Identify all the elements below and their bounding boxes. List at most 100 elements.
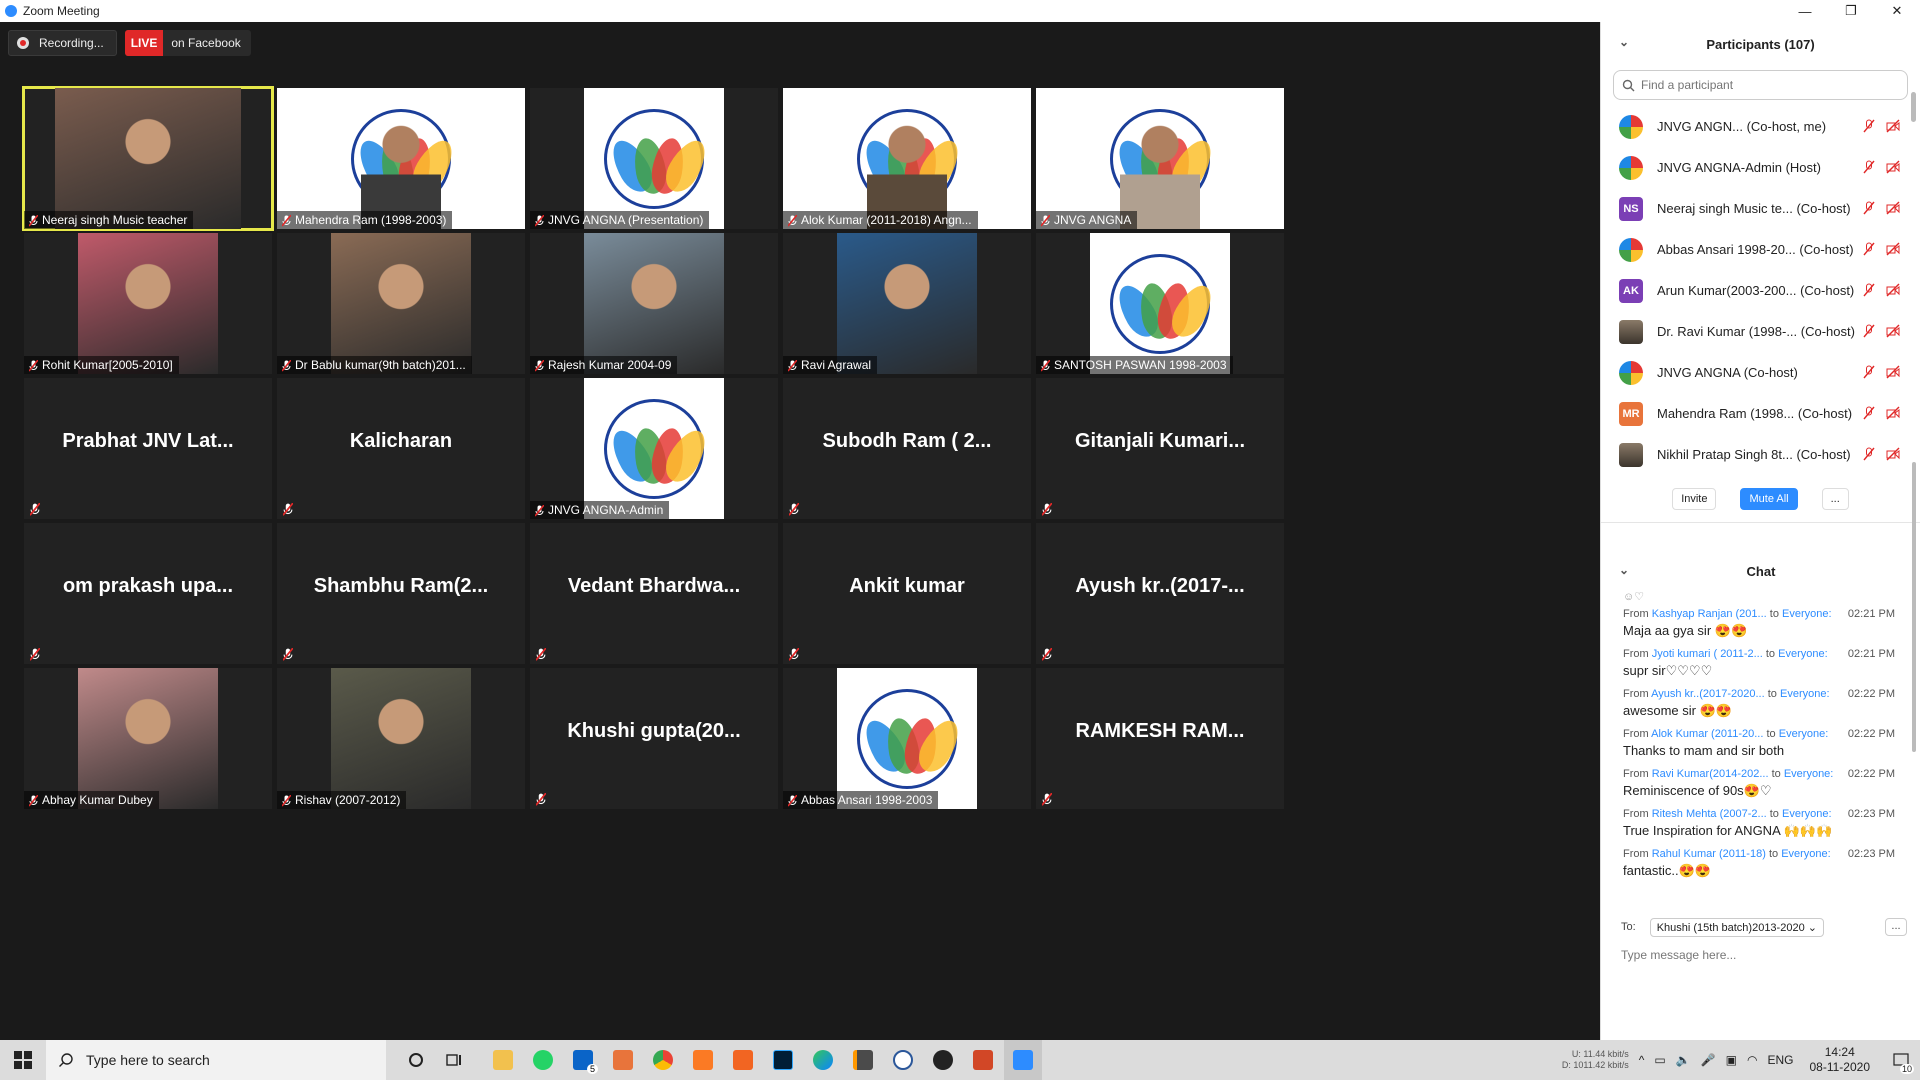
participant-row[interactable]: JNVG ANGNA-Admin (Host)	[1601, 147, 1920, 188]
app-icon-orange[interactable]	[724, 1040, 762, 1080]
action-center-button[interactable]: 10	[1882, 1040, 1920, 1080]
start-button[interactable]	[0, 1040, 46, 1080]
muted-mic-icon[interactable]	[1862, 119, 1876, 133]
photoshop-icon[interactable]	[764, 1040, 802, 1080]
video-tile[interactable]: Subodh Ram ( 2...	[783, 378, 1031, 519]
muted-mic-icon[interactable]	[1862, 242, 1876, 256]
recipient-select[interactable]: Khushi (15th batch)2013-2020 ⌄	[1649, 917, 1824, 937]
muted-mic-icon[interactable]	[1862, 201, 1876, 215]
video-tile[interactable]: RAMKESH RAM...	[1036, 668, 1284, 809]
taskbar-search[interactable]: Type here to search	[46, 1040, 386, 1080]
video-off-icon[interactable]	[1886, 242, 1900, 256]
chrome-icon[interactable]	[644, 1040, 682, 1080]
video-off-icon[interactable]	[1886, 119, 1900, 133]
participant-search[interactable]	[1613, 70, 1908, 100]
video-tile[interactable]: om prakash upa...	[24, 523, 272, 664]
office-app-icon[interactable]	[604, 1040, 642, 1080]
chat-sender[interactable]: Ritesh Mehta (2007-2...	[1652, 808, 1767, 820]
chat-recipient[interactable]: Everyone:	[1780, 688, 1830, 700]
whatsapp-icon[interactable]	[524, 1040, 562, 1080]
participant-row[interactable]: NS Neeraj singh Music te... (Co-host)	[1601, 188, 1920, 229]
video-off-icon[interactable]	[1886, 324, 1900, 338]
clock[interactable]: 14:24 08-11-2020	[1810, 1045, 1871, 1075]
participant-row[interactable]: JNVG ANGN... (Co-host, me)	[1601, 106, 1920, 147]
chat-recipient[interactable]: Everyone:	[1782, 808, 1832, 820]
chat-recipient[interactable]: Everyone:	[1778, 648, 1828, 660]
task-view-icon[interactable]	[435, 1040, 473, 1080]
wifi-icon[interactable]: ◠	[1747, 1053, 1757, 1067]
video-tile[interactable]: Abhay Kumar Dubey	[24, 668, 272, 809]
video-tile[interactable]: Prabhat JNV Lat...	[24, 378, 272, 519]
video-tile[interactable]: Khushi gupta(20...	[530, 668, 778, 809]
chat-sender[interactable]: Ayush kr..(2017-2020...	[1651, 688, 1765, 700]
participant-search-input[interactable]	[1641, 78, 1881, 92]
chat-recipient[interactable]: Everyone:	[1784, 768, 1834, 780]
video-tile[interactable]: Mahendra Ram (1998-2003)	[277, 88, 525, 229]
chevron-down-icon[interactable]: ⌄	[1619, 563, 1629, 577]
chat-scrollbar[interactable]	[1912, 462, 1916, 752]
invite-button[interactable]: Invite	[1672, 487, 1717, 510]
video-off-icon[interactable]	[1886, 283, 1900, 297]
chevron-up-icon[interactable]: ^	[1639, 1053, 1645, 1067]
chat-sender[interactable]: Kashyap Ranjan (201...	[1652, 608, 1767, 620]
video-tile[interactable]: Ravi Agrawal	[783, 233, 1031, 374]
video-tile[interactable]: Vedant Bhardwa...	[530, 523, 778, 664]
video-off-icon[interactable]	[1886, 201, 1900, 215]
chevron-down-icon[interactable]: ⌄	[1619, 35, 1629, 49]
volume-icon[interactable]: 🔈	[1676, 1053, 1691, 1067]
participant-row[interactable]: AK Arun Kumar(2003-200... (Co-host)	[1601, 270, 1920, 311]
close-button[interactable]: ✕	[1874, 0, 1920, 22]
recording-indicator[interactable]: Recording...	[8, 30, 117, 56]
muted-mic-icon[interactable]	[1862, 160, 1876, 174]
powerpoint-icon[interactable]	[964, 1040, 1002, 1080]
language-indicator[interactable]: ENG	[1767, 1053, 1793, 1067]
muted-mic-icon[interactable]	[1862, 283, 1876, 297]
video-off-icon[interactable]	[1886, 447, 1900, 461]
minimize-button[interactable]: —	[1782, 0, 1828, 22]
video-off-icon[interactable]	[1886, 160, 1900, 174]
chat-sender[interactable]: Alok Kumar (2011-20...	[1651, 728, 1763, 740]
video-tile[interactable]: JNVG ANGNA (Presentation)	[530, 88, 778, 229]
video-tile[interactable]: SANTOSH PASWAN 1998-2003	[1036, 233, 1284, 374]
video-tile[interactable]: Rishav (2007-2012)	[277, 668, 525, 809]
more-options-button[interactable]: ...	[1821, 487, 1849, 510]
chat-input[interactable]: Type message here...	[1621, 948, 1736, 962]
chat-recipient[interactable]: Everyone:	[1781, 848, 1831, 860]
video-off-icon[interactable]	[1886, 365, 1900, 379]
video-tile[interactable]: Kalicharan	[277, 378, 525, 519]
video-tile[interactable]: Ayush kr..(2017-...	[1036, 523, 1284, 664]
sublime-icon[interactable]	[844, 1040, 882, 1080]
chat-more-button[interactable]: ...	[1885, 918, 1907, 936]
zoom-taskbar-icon[interactable]	[1004, 1040, 1042, 1080]
battery-icon[interactable]: ▭	[1654, 1053, 1665, 1067]
video-tile[interactable]: Alok Kumar (2011-2018) Angn...	[783, 88, 1031, 229]
chat-sender[interactable]: Rahul Kumar (2011-18)	[1652, 848, 1766, 860]
participant-row[interactable]: Abbas Ansari 1998-20... (Co-host)	[1601, 229, 1920, 270]
edge-icon[interactable]	[804, 1040, 842, 1080]
chat-sender[interactable]: Ravi Kumar(2014-202...	[1652, 768, 1769, 780]
obs-icon[interactable]	[924, 1040, 962, 1080]
mute-all-button[interactable]: Mute All	[1740, 487, 1798, 510]
participant-row[interactable]: Dr. Ravi Kumar (1998-... (Co-host)	[1601, 311, 1920, 352]
muted-mic-icon[interactable]	[1862, 365, 1876, 379]
participant-row[interactable]: MR Mahendra Ram (1998... (Co-host)	[1601, 393, 1920, 434]
muted-mic-icon[interactable]	[1862, 406, 1876, 420]
video-tile[interactable]: JNVG ANGNA	[1036, 88, 1284, 229]
video-tile[interactable]: Rohit Kumar[2005-2010]	[24, 233, 272, 374]
cortana-icon[interactable]	[397, 1040, 435, 1080]
video-tile[interactable]: Abbas Ansari 1998-2003	[783, 668, 1031, 809]
live-stream-indicator[interactable]: LIVE on Facebook	[124, 30, 251, 56]
restore-button[interactable]: ❐	[1828, 0, 1874, 22]
muted-mic-icon[interactable]	[1862, 447, 1876, 461]
video-tile[interactable]: Neeraj singh Music teacher	[22, 86, 274, 231]
file-explorer-icon[interactable]	[484, 1040, 522, 1080]
word-icon[interactable]	[884, 1040, 922, 1080]
xampp-icon[interactable]	[684, 1040, 722, 1080]
muted-mic-icon[interactable]	[1862, 324, 1876, 338]
video-tile[interactable]: JNVG ANGNA-Admin	[530, 378, 778, 519]
chat-recipient[interactable]: Everyone:	[1779, 728, 1829, 740]
chat-sender[interactable]: Jyoti kumari ( 2011-2...	[1652, 648, 1763, 660]
camera-icon[interactable]: ▣	[1726, 1053, 1737, 1067]
video-tile[interactable]: Shambhu Ram(2...	[277, 523, 525, 664]
video-tile[interactable]: Dr Bablu kumar(9th batch)201...	[277, 233, 525, 374]
